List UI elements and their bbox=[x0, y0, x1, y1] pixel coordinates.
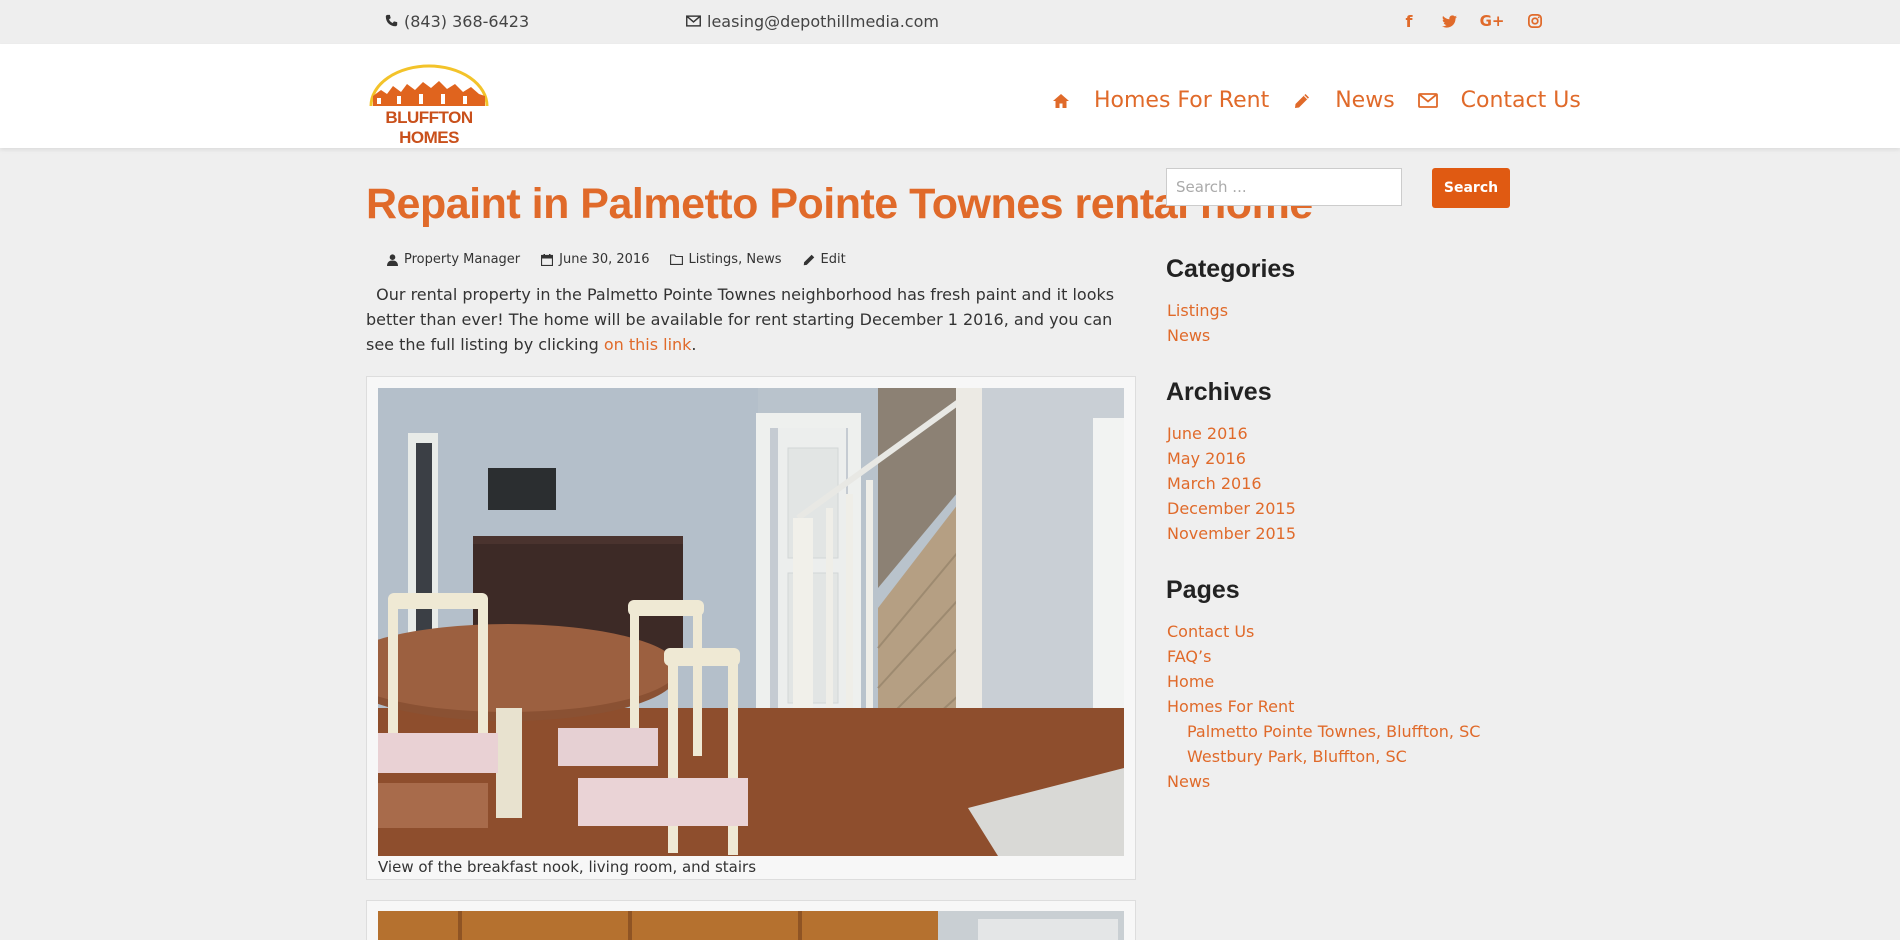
page-link-westbury-park[interactable]: Westbury Park, Bluffton, SC bbox=[1187, 747, 1407, 766]
search-button[interactable]: Search bbox=[1432, 168, 1510, 208]
google-plus-icon[interactable]: G+ bbox=[1480, 12, 1505, 30]
nav-homes-for-rent[interactable]: Homes For Rent bbox=[1094, 88, 1269, 113]
twitter-icon[interactable] bbox=[1440, 12, 1458, 30]
list-item: June 2016 bbox=[1167, 421, 1296, 446]
user-icon bbox=[385, 253, 399, 267]
logo-text: BLUFFTON HOMES bbox=[385, 108, 473, 147]
room-photo[interactable] bbox=[378, 388, 1124, 856]
archives-title: Archives bbox=[1166, 378, 1272, 406]
post-meta: Property Manager June 30, 2016 Listings,… bbox=[385, 252, 846, 267]
site-header: BLUFFTON HOMES Homes For Rent News Conta… bbox=[0, 44, 1900, 148]
page-link-news[interactable]: News bbox=[1167, 772, 1210, 791]
instagram-icon[interactable] bbox=[1526, 12, 1544, 30]
list-item: News bbox=[1167, 769, 1480, 794]
listing-link[interactable]: on this link bbox=[604, 335, 692, 354]
page-link-contact-us[interactable]: Contact Us bbox=[1167, 622, 1254, 641]
page-link-palmetto-pointe-townes[interactable]: Palmetto Pointe Townes, Bluffton, SC bbox=[1187, 722, 1480, 741]
archive-link-may-2016[interactable]: May 2016 bbox=[1167, 449, 1246, 468]
post-author[interactable]: Property Manager bbox=[404, 252, 520, 267]
archives-list: June 2016 May 2016 March 2016 December 2… bbox=[1167, 421, 1296, 546]
post-body: Our rental property in the Palmetto Poin… bbox=[366, 282, 1136, 357]
list-item: Listings bbox=[1167, 298, 1228, 323]
top-bar: (843) 368-6423 leasing@depothillmedia.co… bbox=[0, 0, 1900, 44]
pencil-icon bbox=[802, 253, 816, 267]
page-link-faqs[interactable]: FAQ’s bbox=[1167, 647, 1211, 666]
page-link-home[interactable]: Home bbox=[1167, 672, 1214, 691]
archive-link-june-2016[interactable]: June 2016 bbox=[1167, 424, 1248, 443]
phone-icon bbox=[385, 12, 398, 31]
category-link-listings[interactable]: Listings bbox=[688, 252, 738, 267]
facebook-icon[interactable]: f bbox=[1400, 12, 1418, 31]
archive-link-march-2016[interactable]: March 2016 bbox=[1167, 474, 1262, 493]
list-item: FAQ’s bbox=[1167, 644, 1480, 669]
post-body-end: . bbox=[691, 335, 697, 354]
folder-icon bbox=[669, 253, 683, 267]
categories-list: Listings News bbox=[1167, 298, 1228, 348]
list-item: Palmetto Pointe Townes, Bluffton, SC bbox=[1167, 719, 1480, 744]
list-item: May 2016 bbox=[1167, 446, 1296, 471]
room-photo-2[interactable] bbox=[378, 911, 1124, 940]
nav-news[interactable]: News bbox=[1335, 88, 1394, 113]
category-separator: , bbox=[738, 252, 743, 267]
list-item: Home bbox=[1167, 669, 1480, 694]
main-nav: Homes For Rent News Contact Us bbox=[1050, 88, 1603, 113]
social-links: f G+ bbox=[1400, 12, 1544, 31]
site-logo[interactable]: BLUFFTON HOMES bbox=[367, 62, 491, 147]
list-item: November 2015 bbox=[1167, 521, 1296, 546]
archive-link-november-2015[interactable]: November 2015 bbox=[1167, 524, 1296, 543]
list-item: Contact Us bbox=[1167, 619, 1480, 644]
image-figure-2 bbox=[366, 900, 1136, 940]
list-item: Homes For Rent bbox=[1167, 694, 1480, 719]
page-link-homes-for-rent[interactable]: Homes For Rent bbox=[1167, 697, 1294, 716]
archive-link-december-2015[interactable]: December 2015 bbox=[1167, 499, 1296, 518]
list-item: News bbox=[1167, 323, 1228, 348]
category-listings-link[interactable]: Listings bbox=[1167, 301, 1228, 320]
pencil-icon[interactable] bbox=[1291, 90, 1313, 112]
edit-post-link[interactable]: Edit bbox=[821, 252, 846, 267]
nav-contact-us[interactable]: Contact Us bbox=[1461, 88, 1581, 113]
home-icon[interactable] bbox=[1050, 90, 1072, 112]
email-contact[interactable]: leasing@depothillmedia.com bbox=[686, 12, 939, 31]
list-item: March 2016 bbox=[1167, 471, 1296, 496]
envelope-icon[interactable] bbox=[1417, 90, 1439, 112]
phone-contact[interactable]: (843) 368-6423 bbox=[385, 12, 529, 31]
phone-number: (843) 368-6423 bbox=[404, 12, 530, 31]
envelope-icon bbox=[686, 12, 701, 31]
post-body-text: Our rental property in the Palmetto Poin… bbox=[366, 285, 1115, 354]
post-categories: Listings, News bbox=[688, 252, 781, 267]
post-date[interactable]: June 30, 2016 bbox=[559, 252, 649, 267]
search-input[interactable] bbox=[1166, 168, 1402, 206]
categories-title: Categories bbox=[1166, 255, 1296, 283]
calendar-icon bbox=[540, 253, 554, 267]
list-item: December 2015 bbox=[1167, 496, 1296, 521]
pages-list: Contact Us FAQ’s Home Homes For Rent Pal… bbox=[1167, 619, 1480, 794]
image-figure: View of the breakfast nook, living room,… bbox=[366, 376, 1136, 880]
category-link-news[interactable]: News bbox=[746, 252, 781, 267]
list-item: Westbury Park, Bluffton, SC bbox=[1167, 744, 1480, 769]
email-address: leasing@depothillmedia.com bbox=[707, 12, 939, 31]
image-caption: View of the breakfast nook, living room,… bbox=[378, 858, 757, 876]
category-news-link[interactable]: News bbox=[1167, 326, 1210, 345]
pages-title: Pages bbox=[1166, 576, 1240, 604]
